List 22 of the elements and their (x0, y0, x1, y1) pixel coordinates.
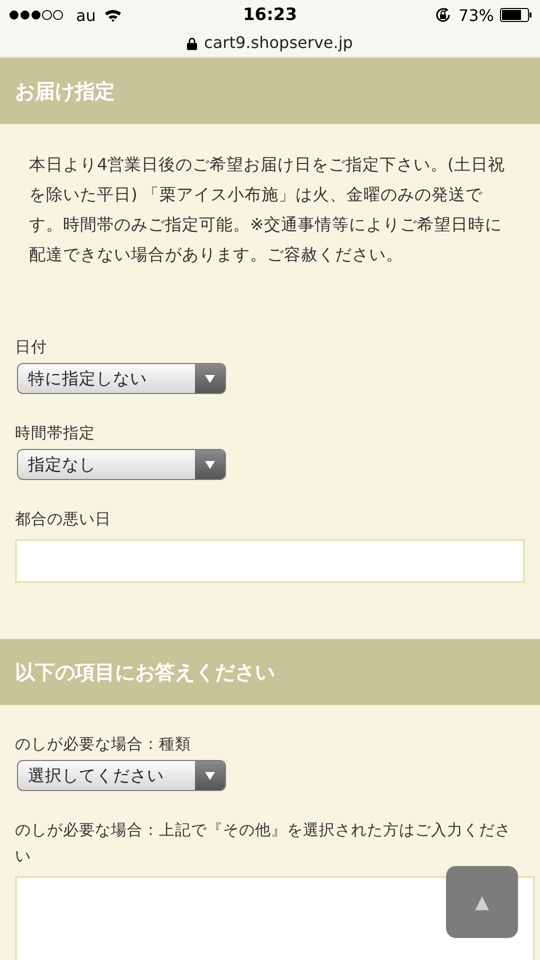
field-label: 日付 (15, 337, 48, 358)
caret-icon (205, 460, 215, 468)
instruction-text: 本日より4営業日後のご希望お届け日をご指定下さい。(土日祝を除いた平日) 「栗アイス小布施」は火、金曜のみの発送です。時間帯のみご指定可能。※交通事情等によりご希望日時に配達できない場合があります。ご容赦ください。 (29, 154, 506, 266)
carrier-name: au (76, 6, 96, 24)
clock-time: 16:23 (242, 5, 298, 25)
field-label: 都合の悪い日 (15, 509, 112, 530)
dropdown[interactable]: 指定なし (17, 449, 226, 480)
input-field[interactable] (15, 539, 525, 583)
lock-icon (187, 37, 198, 50)
section-heading: 以下の項目にお答えください (0, 639, 540, 705)
field-label: 時間帯指定 (15, 423, 96, 444)
caret-icon (205, 772, 215, 780)
field-label: のしが必要な場合：種類 (15, 734, 192, 755)
rotation-lock-icon (434, 6, 452, 24)
battery-percent: 73% (458, 6, 494, 24)
wifi-icon (104, 8, 122, 22)
caret-icon (205, 374, 215, 382)
section-heading: お届け指定 (0, 58, 540, 124)
dropdown[interactable]: 特に指定しない (17, 363, 226, 394)
field-label: のしが必要な場合：上記で『その他』を選択された方はご入力ください (15, 820, 512, 867)
dropdown[interactable]: 選択してください (17, 760, 226, 791)
battery-icon (500, 8, 532, 22)
